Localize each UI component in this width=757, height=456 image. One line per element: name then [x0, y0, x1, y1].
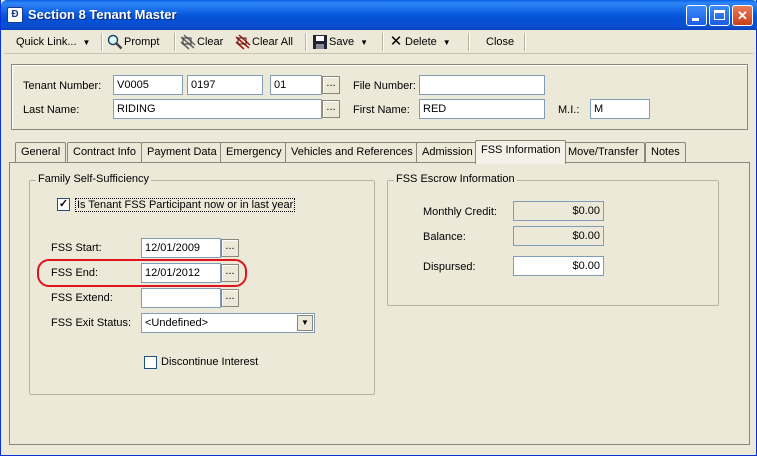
close-window-button[interactable]: ✕: [732, 5, 753, 26]
tenant-number-field-2[interactable]: 0197: [187, 75, 263, 95]
dispursed-label: Dispursed:: [423, 261, 476, 273]
window-title: Section 8 Tenant Master: [28, 7, 177, 22]
monthly-credit-label: Monthly Credit:: [423, 206, 497, 218]
title-bar[interactable]: Ɖ Section 8 Tenant Master ✕: [1, 0, 757, 30]
save-button[interactable]: Save ▼: [312, 33, 368, 51]
clear-all-button[interactable]: Clear All: [235, 33, 293, 51]
close-label: Close: [486, 36, 515, 48]
tab-contract-info[interactable]: Contract Info: [67, 142, 142, 163]
fss-start-calendar-button[interactable]: ...: [221, 239, 239, 257]
tab-notes[interactable]: Notes: [645, 142, 686, 163]
tab-emergency[interactable]: Emergency: [220, 142, 288, 163]
minimize-icon: [692, 18, 699, 21]
floppy-disk-icon: [313, 35, 327, 50]
mi-label: M.I.:: [558, 104, 580, 116]
fss-exit-status-select[interactable]: <Undefined>: [141, 313, 315, 333]
tab-move-transfer[interactable]: Move/Transfer: [562, 142, 645, 163]
magnifier-icon: [107, 34, 123, 50]
toolbar-divider: [101, 33, 103, 51]
tenant-number-field-3[interactable]: 01: [270, 75, 322, 95]
first-name-field[interactable]: RED: [419, 99, 545, 119]
maximize-icon: [714, 10, 725, 20]
last-name-label: Last Name:: [23, 104, 80, 116]
minimize-button[interactable]: [686, 5, 707, 26]
balance-field: $0.00: [513, 226, 604, 246]
quick-link-label: Quick Link...: [16, 36, 77, 48]
maximize-button[interactable]: [709, 5, 730, 26]
prompt-label: Prompt: [124, 36, 160, 48]
tenant-header-panel: [11, 64, 748, 130]
discontinue-interest-checkbox[interactable]: [144, 356, 157, 369]
toolbar-divider: [468, 33, 470, 51]
monthly-credit-field: $0.00: [513, 201, 604, 221]
last-name-lookup-button[interactable]: ...: [322, 100, 340, 118]
tenant-number-label: Tenant Number:: [23, 80, 102, 92]
last-name-field[interactable]: RIDING: [113, 99, 322, 119]
chevron-down-icon: ▼: [442, 38, 451, 47]
fss-participant-checkbox[interactable]: ✓: [57, 198, 70, 211]
tab-admission[interactable]: Admission: [416, 142, 479, 163]
tab-payment-data[interactable]: Payment Data: [141, 142, 223, 163]
file-number-label: File Number:: [353, 80, 416, 92]
escrow-group-title: FSS Escrow Information: [394, 173, 517, 185]
clear-all-icon: [235, 34, 251, 50]
balance-label: Balance:: [423, 231, 466, 243]
chevron-down-icon: ▼: [360, 38, 368, 47]
tab-vehicles-and-references[interactable]: Vehicles and References: [285, 142, 419, 163]
file-number-field[interactable]: [419, 75, 545, 95]
toolbar-divider: [524, 33, 526, 51]
delete-button[interactable]: ✕ Delete ▼: [388, 33, 451, 51]
tenant-number-field-1[interactable]: V0005: [113, 75, 183, 95]
tab-general[interactable]: General: [15, 142, 67, 163]
fss-extend-label: FSS Extend:: [51, 292, 113, 304]
fss-extend-calendar-button[interactable]: ...: [221, 289, 239, 307]
chevron-down-icon: ▼: [82, 38, 91, 47]
app-icon: Ɖ: [7, 7, 23, 23]
dispursed-field[interactable]: $0.00: [513, 256, 604, 276]
fss-start-label: FSS Start:: [51, 242, 102, 254]
toolbar-divider: [382, 33, 384, 51]
toolbar: Quick Link... ▼ Prompt Clear Clear All Sa…: [4, 30, 753, 54]
toolbar-divider: [305, 33, 307, 51]
save-label: Save: [329, 36, 355, 48]
first-name-label: First Name:: [353, 104, 410, 116]
fss-start-field[interactable]: 12/01/2009: [141, 238, 221, 258]
close-button[interactable]: Close: [486, 33, 514, 51]
tab-fss-information[interactable]: FSS Information: [475, 140, 567, 164]
tenant-master-window: Ɖ Section 8 Tenant Master ✕ Quick Link..…: [0, 0, 757, 456]
clear-icon: [180, 34, 196, 50]
fss-group-title: Family Self-Sufficiency: [36, 173, 152, 185]
delete-x-icon: ✕: [389, 33, 403, 51]
discontinue-interest-label: Discontinue Interest: [161, 356, 259, 368]
clear-label: Clear: [197, 36, 224, 48]
fss-end-highlight-annotation: [37, 259, 247, 287]
close-icon: ✕: [737, 8, 748, 23]
quick-link-button[interactable]: Quick Link... ▼: [16, 33, 90, 51]
clear-all-label: Clear All: [252, 36, 293, 48]
chevron-down-icon[interactable]: ▼: [297, 315, 313, 331]
fss-extend-field[interactable]: [141, 288, 221, 308]
toolbar-divider: [174, 33, 176, 51]
prompt-button[interactable]: Prompt: [107, 33, 159, 51]
clear-button[interactable]: Clear: [180, 33, 223, 51]
fss-participant-label: Is Tenant FSS Participant now or in last…: [75, 198, 296, 212]
fss-exit-status-label: FSS Exit Status:: [51, 317, 132, 329]
delete-label: Delete: [405, 36, 437, 48]
tenant-lookup-button[interactable]: ...: [322, 76, 340, 94]
mi-field[interactable]: M: [590, 99, 650, 119]
